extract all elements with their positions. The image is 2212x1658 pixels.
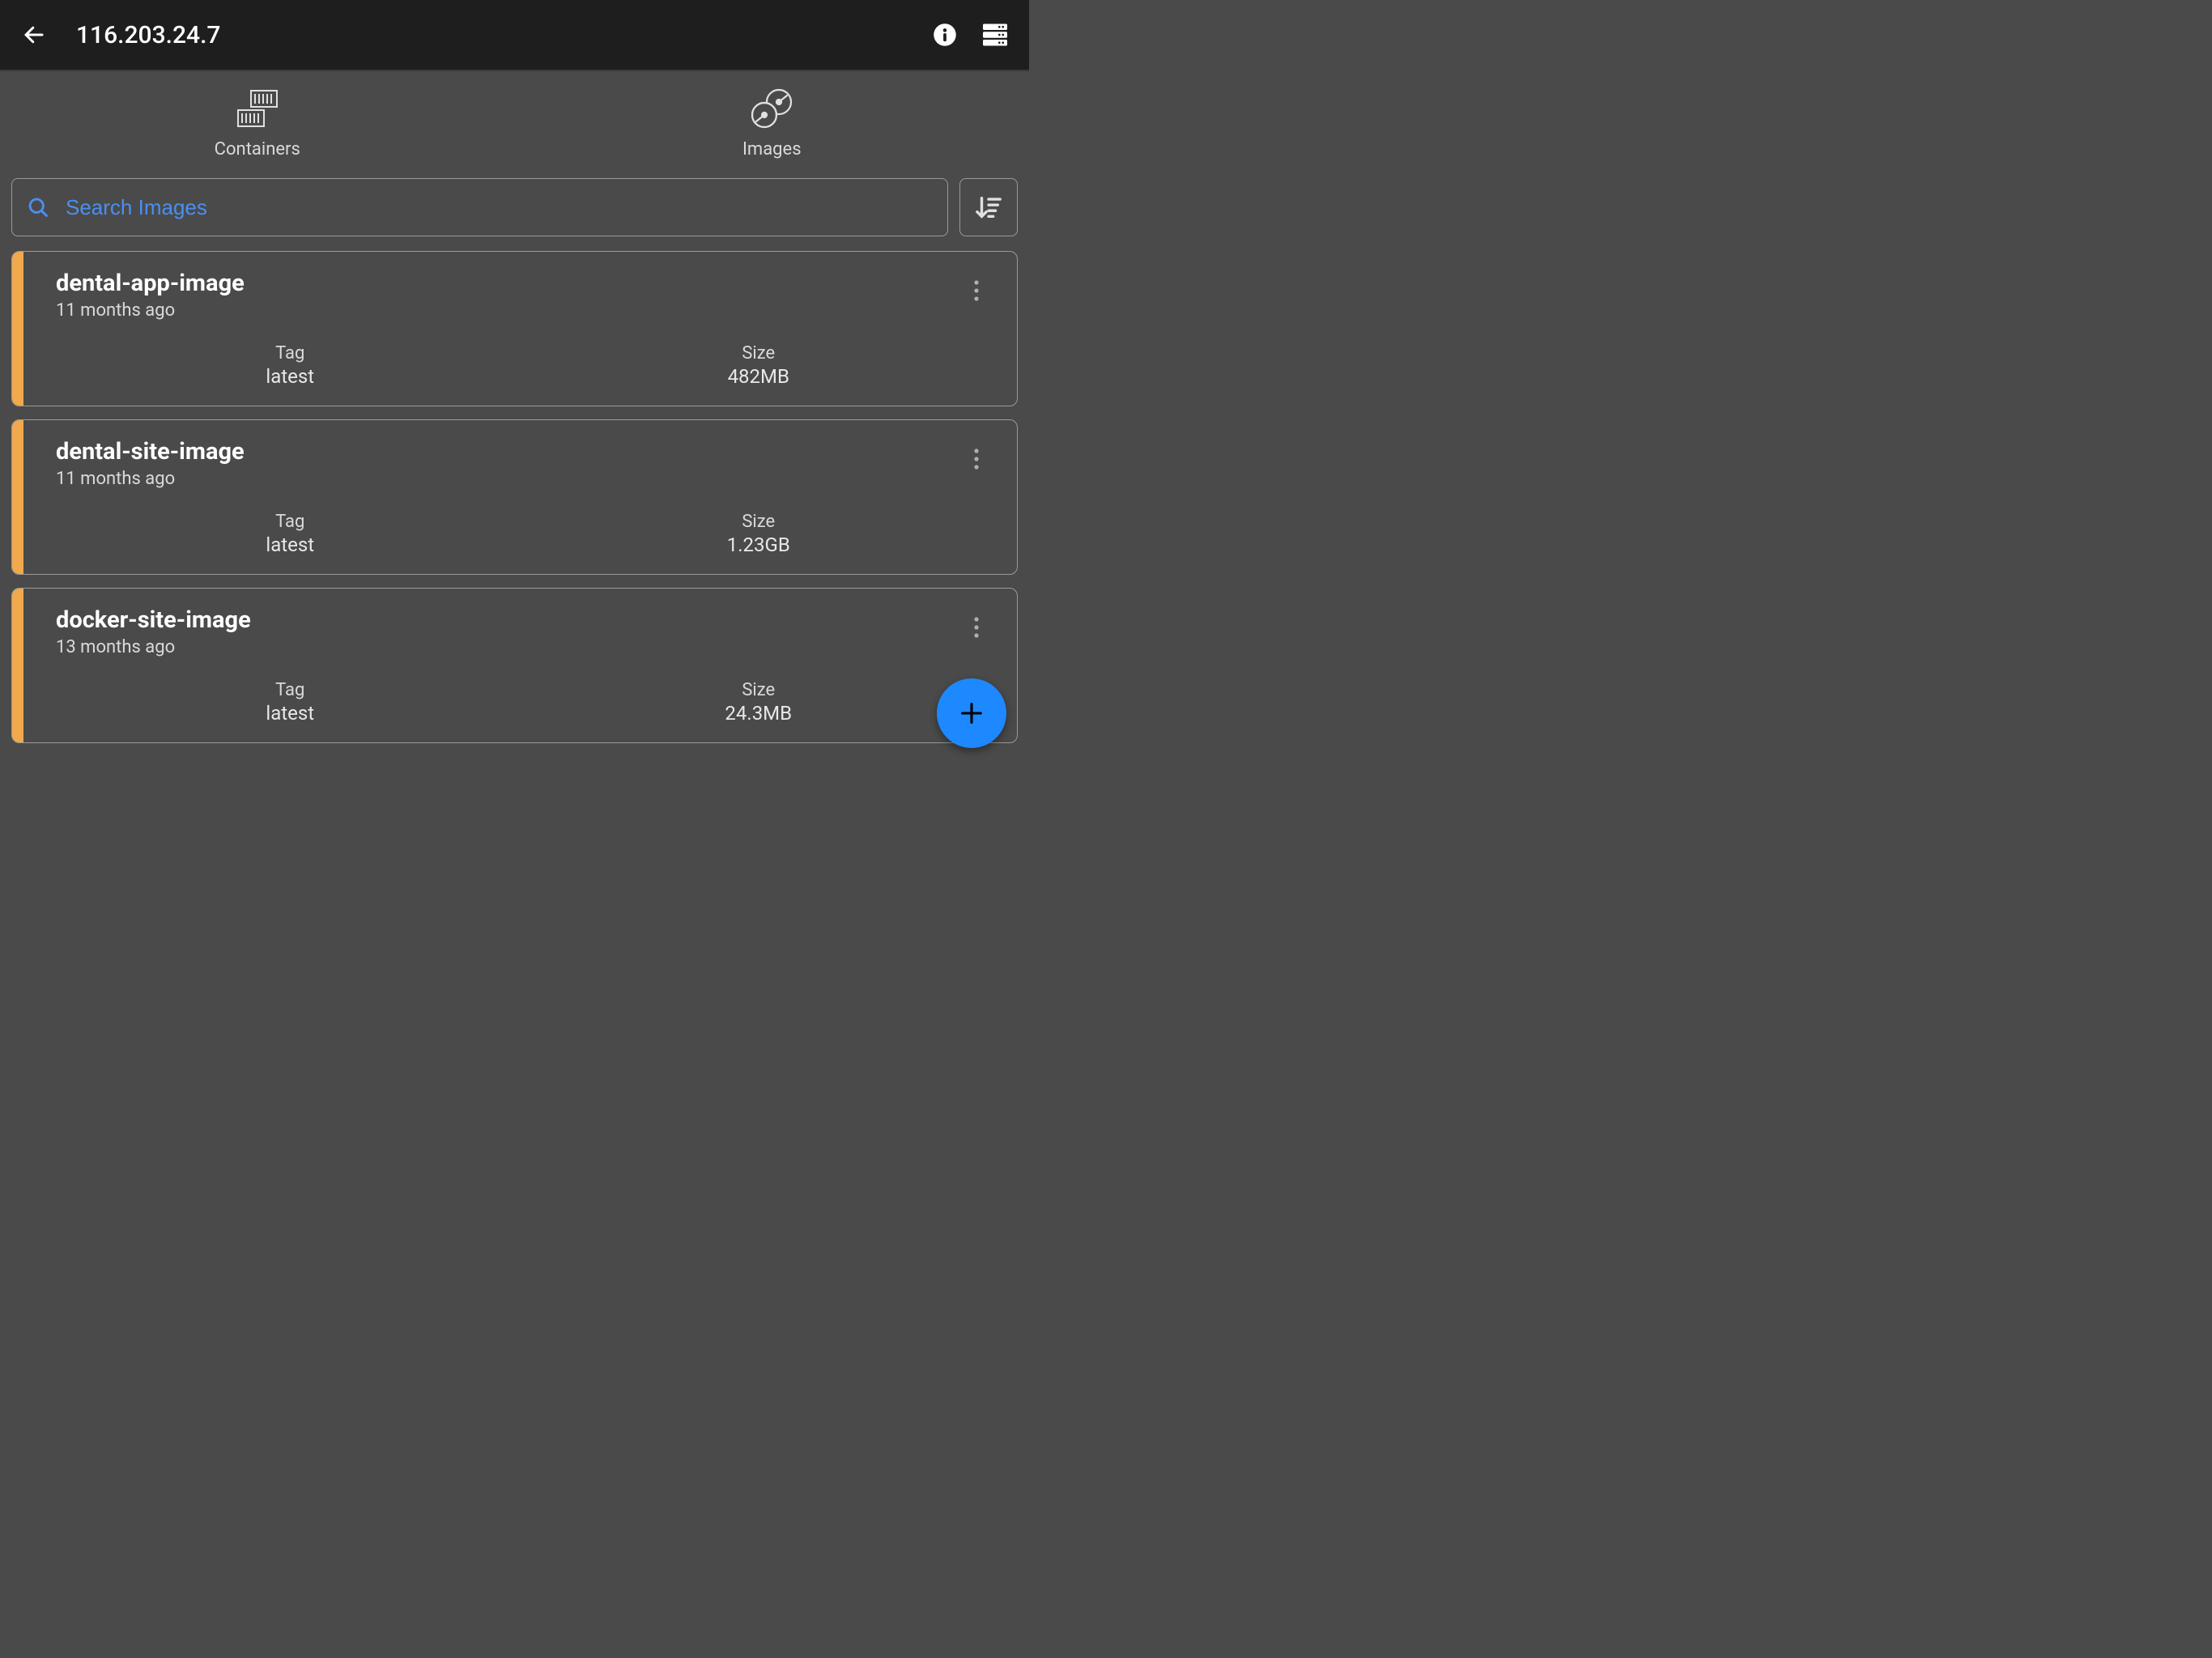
image-name: dental-app-image [56,270,245,297]
server-icon [981,20,1010,49]
more-vertical-icon [973,616,980,639]
info-icon [933,23,957,47]
page-title: 116.203.24.7 [76,21,912,49]
tab-images[interactable]: Images [515,71,1030,175]
image-menu-button[interactable] [960,274,993,307]
image-age: 11 months ago [56,300,245,321]
image-name: dental-site-image [56,438,245,466]
size-value: 24.3MB [525,702,993,725]
status-stripe [12,589,23,742]
arrow-left-icon [22,23,46,47]
image-menu-button[interactable] [960,611,993,644]
size-label: Size [525,512,993,532]
tab-containers[interactable]: Containers [0,71,515,175]
sort-button[interactable] [959,178,1018,236]
more-vertical-icon [973,279,980,302]
images-icon [747,87,797,130]
image-card[interactable]: dental-app-image 11 months ago Tag lates… [11,251,1018,406]
tag-value: latest [56,702,525,725]
tag-value: latest [56,365,525,388]
search-row [0,178,1029,236]
back-button[interactable] [16,17,52,53]
size-value: 1.23GB [525,534,993,556]
tab-images-label: Images [742,139,802,159]
image-age: 13 months ago [56,637,251,657]
tab-containers-label: Containers [215,139,300,159]
size-label: Size [525,680,993,700]
info-button[interactable] [927,17,963,53]
app-header: 116.203.24.7 [0,0,1029,70]
image-menu-button[interactable] [960,443,993,475]
size-value: 482MB [525,365,993,388]
tag-label: Tag [56,343,525,363]
tab-bar: Containers Images [0,70,1029,175]
image-list: dental-app-image 11 months ago Tag lates… [0,251,1029,743]
tag-label: Tag [56,512,525,532]
containers-icon [235,87,280,130]
search-icon [27,196,49,219]
search-box[interactable] [11,178,948,236]
image-card[interactable]: dental-site-image 11 months ago Tag late… [11,419,1018,575]
sort-icon [975,193,1002,221]
status-stripe [12,252,23,406]
image-card[interactable]: docker-site-image 13 months ago Tag late… [11,588,1018,743]
more-vertical-icon [973,448,980,470]
image-age: 11 months ago [56,469,245,489]
add-fab[interactable] [937,678,1006,748]
image-name: docker-site-image [56,606,251,634]
tag-label: Tag [56,680,525,700]
server-button[interactable] [977,17,1013,53]
tag-value: latest [56,534,525,556]
plus-icon [958,699,985,727]
search-input[interactable] [66,195,933,220]
status-stripe [12,420,23,574]
size-label: Size [525,343,993,363]
